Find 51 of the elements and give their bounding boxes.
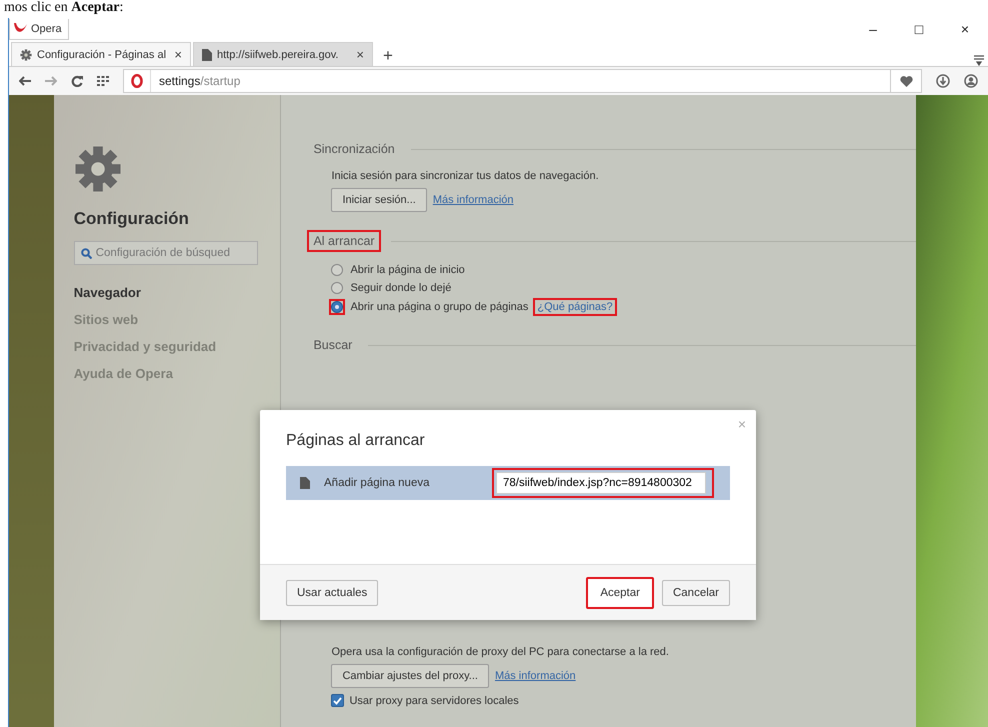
section-heading: Buscar [312,337,354,354]
download-icon[interactable] [936,74,950,88]
profile-icon[interactable] [964,74,978,88]
url-text: settings/startup [158,74,240,88]
reload-icon[interactable] [71,75,83,87]
sidebar-item[interactable]: Navegador [74,285,280,300]
sync-description: Inicia sesión para sincronizar tus datos de navegación. [331,170,600,182]
section-heading: Sincronización [312,141,396,158]
radio-button[interactable] [331,282,344,294]
window-title: Opera [31,22,62,34]
grid-icon[interactable] [97,76,109,86]
settings-icon [74,145,122,193]
caption-text: mos clic en Aceptar: [3,0,124,17]
dialog-button[interactable]: Aceptar [586,576,654,608]
new-tab-button[interactable]: + [375,46,401,66]
opera-menu-button[interactable]: Opera [9,18,69,40]
close-tab-icon[interactable]: × [356,47,364,62]
minimize-button[interactable]: – [850,21,896,37]
sidebar-title: Configuración [74,209,190,229]
search-icon [80,248,92,258]
radio-label: Seguir donde lo dejé [350,282,452,294]
proxy-description: Opera usa la configuración de proxy del PC para conectarse a la red. [331,646,670,658]
close-tab-icon[interactable]: × [174,47,182,62]
menu-icon[interactable] [974,54,984,66]
address-field[interactable]: settings/startup [123,69,922,93]
radio-button[interactable] [331,301,344,313]
maximize-button[interactable]: □ [896,21,942,37]
checkbox-label: Usar proxy para servidores locales [349,694,519,706]
checkbox[interactable] [331,694,344,707]
section-heading: Al arrancar [307,230,381,252]
proxy-settings-button[interactable]: Cambiar ajustes del proxy... [331,664,489,688]
tab-title: Configuración - Páginas al [37,48,168,60]
tab-title: http://siifweb.pereira.gov. [217,48,340,60]
dialog-title: Páginas al arrancar [286,432,425,450]
browser-tab[interactable]: http://siifweb.pereira.gov. × [193,42,373,66]
close-button[interactable]: × [942,21,988,37]
opera-logo-icon [131,74,143,88]
radio-label: Abrir la página de inicio [350,264,465,276]
heart-icon[interactable] [900,76,912,86]
url-input[interactable]: 78/siifweb/index.jsp?nc=8914800302 [496,472,706,494]
sign-in-button[interactable]: Iniciar sesión... [331,188,427,212]
document-icon [300,477,310,489]
radio-button[interactable] [331,264,344,276]
dialog-button[interactable]: Cancelar [662,580,730,606]
gear-icon [20,48,32,60]
document-icon [202,48,212,60]
row-label: Añadir página nueva [324,477,430,489]
dialog-button[interactable]: Usar actuales [286,580,378,606]
radio-label: Abrir una página o grupo de páginas [350,301,528,313]
back-icon[interactable] [19,76,31,86]
browser-tab[interactable]: Configuración - Páginas al × [11,42,191,66]
